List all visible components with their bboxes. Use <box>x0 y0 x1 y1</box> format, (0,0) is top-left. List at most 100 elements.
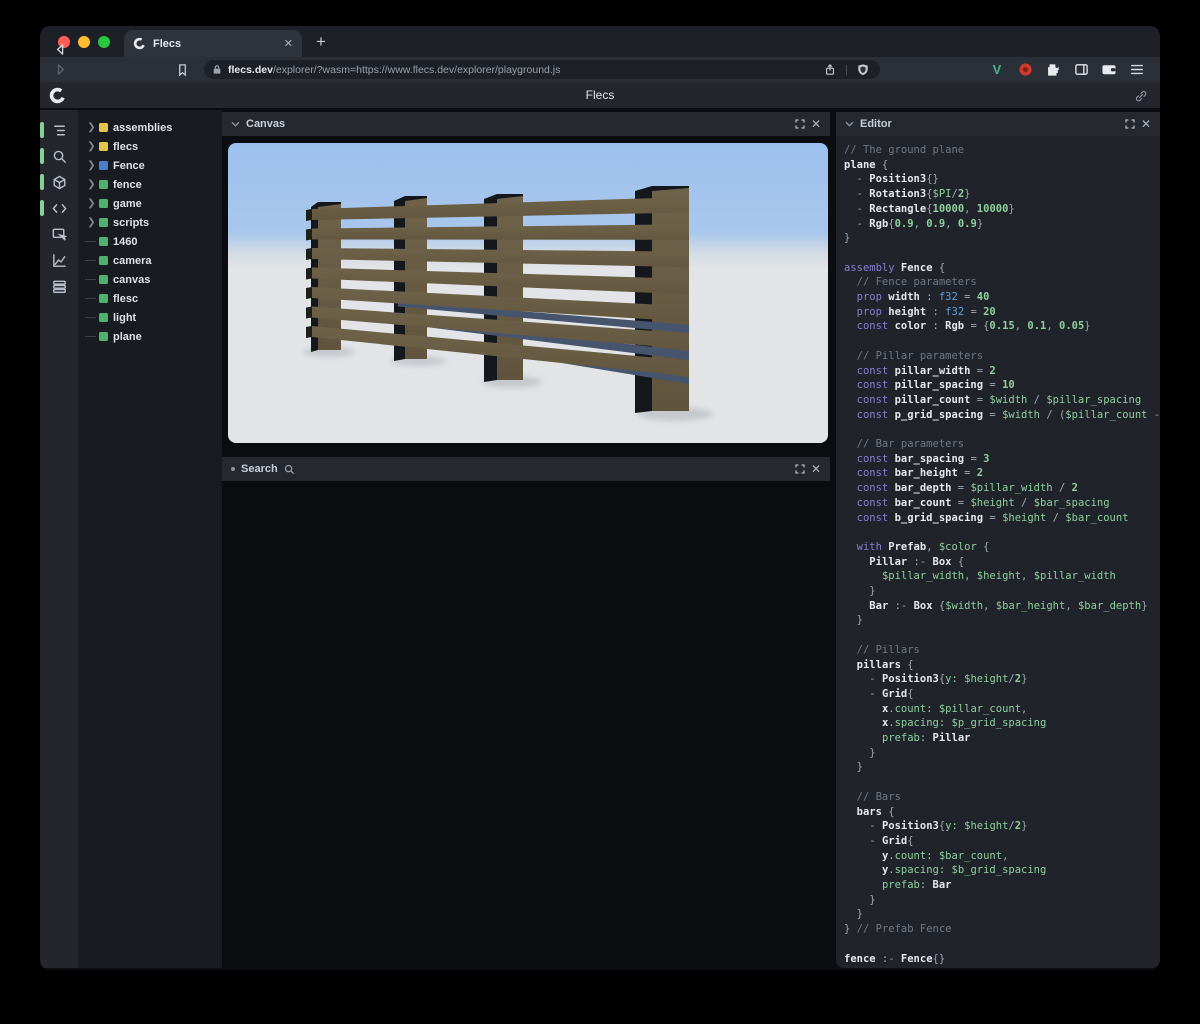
code-line: pillars { <box>844 658 1160 673</box>
sidebar-tree-outline-icon[interactable] <box>40 117 78 143</box>
app-header: Flecs <box>40 82 1160 110</box>
search-panel-header: Search ✕ <box>222 457 830 481</box>
menu-icon[interactable] <box>1128 61 1146 79</box>
tree-item-fence[interactable]: ❯ fence <box>78 175 222 194</box>
tree-item-flecs[interactable]: ❯flecs <box>78 137 222 156</box>
collapse-chevron-icon[interactable] <box>231 121 240 127</box>
tree-item-label: assemblies <box>113 122 172 134</box>
expand-chevron-icon[interactable]: ❯ <box>85 199 98 209</box>
center-column: Canvas ✕ <box>222 110 830 968</box>
code-line: const bar_height = 2 <box>844 466 1160 481</box>
tab-strip: Flecs ✕ + <box>40 26 1160 57</box>
minimize-window-button[interactable] <box>78 36 90 48</box>
tree-item-flesc[interactable]: flesc <box>78 289 222 308</box>
new-tab-button[interactable]: + <box>316 33 326 50</box>
code-line <box>844 775 1160 790</box>
tree-item-label: fence <box>113 179 142 191</box>
fullscreen-icon[interactable] <box>1125 119 1135 129</box>
expand-chevron-icon[interactable]: ❯ <box>85 180 98 190</box>
entity-color-square <box>99 275 108 284</box>
fullscreen-icon[interactable] <box>795 119 805 129</box>
code-line: } <box>844 907 1160 922</box>
tree-item-label: flesc <box>113 293 138 305</box>
code-line: prefab: Bar <box>844 878 1160 893</box>
fullscreen-icon[interactable] <box>795 464 805 474</box>
code-line: y.spacing: $b_grid_spacing <box>844 863 1160 878</box>
url-bar[interactable]: flecs.dev /explorer/?wasm=https://www.fl… <box>204 60 880 79</box>
code-line: fence :- Fence{} <box>844 952 1160 967</box>
code-line: } <box>844 584 1160 599</box>
code-line <box>844 628 1160 643</box>
shield-icon[interactable] <box>854 61 872 79</box>
sidebar-inspect-icon[interactable] <box>40 221 78 247</box>
tree-guide-line <box>85 336 96 338</box>
code-line <box>844 937 1160 952</box>
sidebar-cube-icon[interactable] <box>40 169 78 195</box>
search-panel: Search ✕ <box>222 457 830 968</box>
entity-color-square <box>99 332 108 341</box>
collapse-chevron-icon[interactable] <box>845 121 854 127</box>
tab-close-icon[interactable]: ✕ <box>284 37 293 50</box>
back-icon[interactable] <box>50 40 70 60</box>
browser-tab[interactable]: Flecs ✕ <box>124 30 302 57</box>
tree-item-assemblies[interactable]: ❯ assemblies <box>78 118 222 137</box>
tree-item-light[interactable]: light <box>78 308 222 327</box>
tree-guide-line <box>85 298 96 300</box>
sidebar-code-icon[interactable] <box>40 195 78 221</box>
expand-chevron-icon[interactable]: ❯ <box>85 161 98 171</box>
sidebar-search-icon[interactable] <box>40 143 78 169</box>
code-line: // Pillar parameters <box>844 349 1160 364</box>
expand-chevron-icon[interactable]: ❯ <box>85 142 98 152</box>
code-editor[interactable]: // The ground planeplane { - Position3{}… <box>836 136 1160 968</box>
tree-item-label: light <box>113 312 136 324</box>
lock-icon <box>212 64 222 75</box>
code-line: prop height : f32 = 20 <box>844 305 1160 320</box>
editor-panel: Editor ✕ // The ground planeplane { - Po… <box>836 110 1160 968</box>
share-link-icon[interactable] <box>1134 89 1148 103</box>
zoom-window-button[interactable] <box>98 36 110 48</box>
code-line <box>844 334 1160 349</box>
code-line: const bar_count = $height / $bar_spacing <box>844 496 1160 511</box>
app-title: Flecs <box>586 88 615 102</box>
wallet-icon[interactable] <box>1100 61 1118 79</box>
code-line: Pillar :- Box { <box>844 555 1160 570</box>
tree-item-label: game <box>113 198 142 210</box>
sidebar-stats-chart-icon[interactable] <box>40 247 78 273</box>
expand-chevron-icon[interactable]: ❯ <box>85 218 98 228</box>
code-line: const p_grid_spacing = $width / ($pillar… <box>844 408 1160 423</box>
forward-icon[interactable] <box>50 60 70 80</box>
code-line: - Position3{} <box>844 172 1160 187</box>
code-line: - Position3{y: $height/2} <box>844 819 1160 834</box>
close-panel-icon[interactable]: ✕ <box>1141 117 1151 131</box>
vue-devtools-icon[interactable]: V <box>988 61 1006 79</box>
tree-item-plane[interactable]: plane <box>78 327 222 346</box>
code-line: x.count: $pillar_count, <box>844 702 1160 717</box>
bookmarks-icon[interactable] <box>172 60 192 80</box>
tree-item-game[interactable]: ❯ game <box>78 194 222 213</box>
tree-item-camera[interactable]: camera <box>78 251 222 270</box>
tree-item-1460[interactable]: 1460 <box>78 232 222 251</box>
share-icon[interactable] <box>821 61 839 79</box>
code-line: const b_grid_spacing = $height / $bar_co… <box>844 511 1160 526</box>
code-line: } <box>844 893 1160 908</box>
puzzle-extensions-icon[interactable] <box>1044 61 1062 79</box>
close-panel-icon[interactable]: ✕ <box>811 117 821 131</box>
sidebar-storage-icon[interactable] <box>40 273 78 299</box>
3d-viewport[interactable] <box>228 143 828 443</box>
tree-item-Fence[interactable]: ❯Fence <box>78 156 222 175</box>
canvas-panel-header: Canvas ✕ <box>222 112 830 136</box>
red-extension-icon[interactable] <box>1016 61 1034 79</box>
collapsed-dot-icon[interactable] <box>231 467 235 471</box>
tree-item-canvas[interactable]: canvas <box>78 270 222 289</box>
tree-item-scripts[interactable]: ❯scripts <box>78 213 222 232</box>
tree-item-label: canvas <box>113 274 150 286</box>
code-line: const bar_depth = $pillar_width / 2 <box>844 481 1160 496</box>
code-line: const pillar_spacing = 10 <box>844 378 1160 393</box>
code-line: } <box>844 760 1160 775</box>
tree-guide-line <box>85 241 96 243</box>
code-line: - Rgb{0.9, 0.9, 0.9} <box>844 217 1160 232</box>
sidebar-toggle-icon[interactable] <box>1072 61 1090 79</box>
close-panel-icon[interactable]: ✕ <box>811 462 821 476</box>
expand-chevron-icon[interactable]: ❯ <box>85 123 98 133</box>
main-content: ❯assemblies❯flecs❯Fence❯fence❯game❯scrip… <box>40 110 1160 968</box>
